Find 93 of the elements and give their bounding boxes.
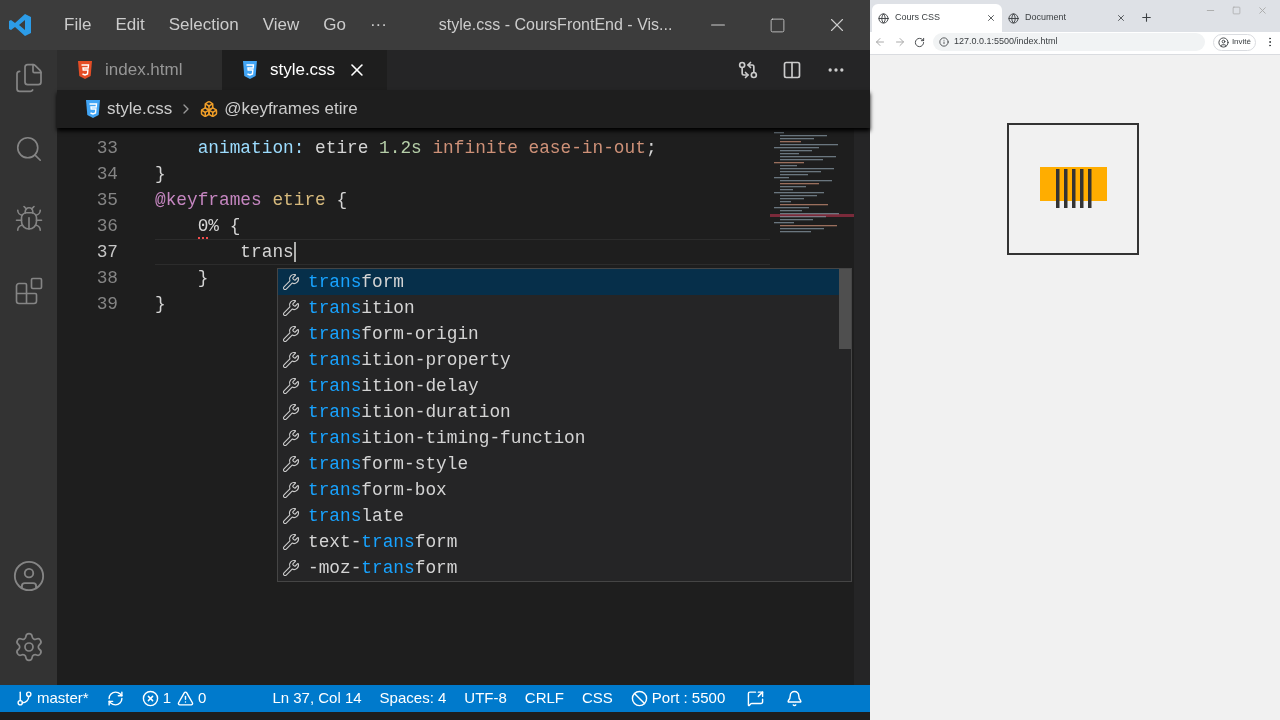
line-number: 33 [95,136,118,160]
status-item[interactable]: CRLF [524,687,564,710]
warning-icon [177,690,195,707]
notifications-icon[interactable] [786,690,804,707]
site-info-icon [939,37,949,47]
port-status[interactable]: Port : 5500 [630,687,726,710]
editor-tab[interactable]: style.css [222,50,387,90]
status-item[interactable]: UTF-8 [464,687,507,710]
menu-item[interactable]: Go [311,12,358,38]
line-number: 38 [95,266,118,290]
maximize-icon[interactable] [769,16,786,34]
suggestion-item[interactable]: transition-property [278,347,839,373]
suggestion-item[interactable]: text-transform [278,529,839,555]
code-line: } [155,294,166,314]
compare-changes-icon[interactable] [738,60,758,80]
suggestion-item[interactable]: -moz-transform [278,555,839,581]
suggestion-item[interactable]: translate [278,503,839,529]
property-icon [282,377,300,395]
suggestion-item[interactable]: transition-delay [278,373,839,399]
profile-icon [1217,36,1229,48]
code-line: @keyframes etire { [155,190,348,210]
problems-status[interactable]: 1 0 [141,687,207,710]
line-number: 37 [95,240,118,264]
branch-icon [16,690,33,707]
menu-item[interactable]: File [52,12,104,38]
status-item[interactable]: Spaces: 4 [379,687,447,710]
file-type-icon [77,61,93,79]
code-line: } [155,164,166,184]
error-squiggle [198,236,208,239]
account-icon[interactable] [11,559,46,593]
code-line: } [196,268,209,288]
menu-item[interactable]: ··· [357,12,399,38]
new-tab-icon[interactable] [1140,11,1153,24]
tab-title: Document [1025,11,1067,25]
suggestion-item[interactable]: transition-timing-function [278,425,839,451]
run-debug-icon[interactable] [13,204,44,234]
suggestion-item[interactable]: transition [278,295,839,321]
suggestion-item[interactable]: transform-style [278,451,839,477]
split-editor-icon[interactable] [782,60,802,80]
reload-icon[interactable] [914,36,925,48]
address-bar[interactable]: 127.0.0.1:5500/index.html [933,33,1205,51]
property-icon [282,403,300,421]
tab-label: index.html [105,59,183,82]
status-item[interactable]: Ln 37, Col 14 [272,687,362,710]
suggestion-item[interactable]: transform [278,269,839,295]
sync-icon[interactable] [106,690,124,707]
file-type-icon [242,61,258,79]
ban-icon [630,690,648,707]
property-icon [282,455,300,473]
property-icon [282,273,300,291]
file-type-icon [85,100,101,118]
property-icon [282,351,300,369]
line-number: 35 [95,188,118,212]
menu-item[interactable]: Selection [156,12,251,38]
code-line: trans [239,242,294,262]
suggestion-scrollbar[interactable] [839,269,851,349]
menu-item[interactable]: Edit [103,12,157,38]
property-icon [282,429,300,447]
window-title: style.css - CoursFrontEnd - Vis... [438,15,673,35]
close-tab-icon[interactable] [986,13,996,23]
text-cursor [293,242,296,262]
app-logo-icon [8,13,32,37]
browser-tab[interactable]: Cours CSS [872,4,1002,32]
tab-title: Cours CSS [895,11,940,25]
line-number: 34 [95,162,118,186]
globe-icon [878,12,889,24]
extensions-icon[interactable] [13,276,44,306]
breadcrumb-item[interactable]: @keyframes etire [224,96,358,122]
suggestion-item[interactable]: transform-origin [278,321,839,347]
scrollbar[interactable] [854,128,870,685]
branch-status[interactable]: master* [16,687,89,710]
line-number: 39 [95,292,118,316]
loader-drawing [1039,166,1107,210]
suggestion-item[interactable]: transition-duration [278,399,839,425]
editor-tab[interactable]: index.html [57,50,222,90]
feedback-icon[interactable] [747,690,765,707]
property-icon [282,325,300,343]
line-number: 36 [95,214,118,238]
property-icon [282,559,300,577]
symbol-icon [200,100,219,118]
property-icon [282,507,300,525]
code-line: 0% { [196,216,241,236]
code-line: animation: etire 1.2s infinite ease-in-out; [196,138,657,158]
error-icon [141,690,159,707]
property-icon [282,299,300,317]
menu-item[interactable]: View [250,12,312,38]
globe-icon [1008,12,1019,24]
status-item[interactable]: CSS [582,687,613,710]
breadcrumb-item[interactable]: style.css [107,96,173,122]
tab-label: style.css [269,59,336,82]
suggestion-item[interactable]: transform-box [278,477,839,503]
property-icon [282,481,300,499]
property-icon [282,533,300,551]
